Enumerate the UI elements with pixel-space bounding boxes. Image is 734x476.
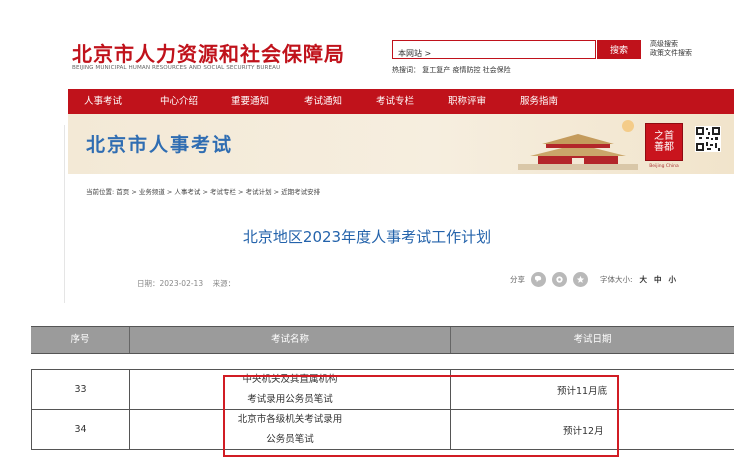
share-label: 分享	[510, 275, 525, 284]
seal-line-2: 善都	[654, 142, 674, 153]
banner: 北京市人事考试 之首 善都 Beijing China	[68, 114, 734, 174]
font-size-small-button[interactable]: 小	[669, 274, 677, 285]
table-row-date: 预计11月底	[450, 370, 734, 410]
header-cell-number: 序号	[70, 334, 90, 345]
capital-seal: 之首 善都	[645, 123, 683, 161]
nav-item-notices[interactable]: 重要通知	[231, 89, 269, 114]
article-date: 2023-02-13	[159, 279, 204, 288]
share-favorite-icon[interactable]	[573, 272, 588, 287]
seal-caption: Beijing China	[649, 164, 679, 169]
exam-name-line-1: 中央机关及其直属机构	[242, 373, 338, 385]
advanced-search-link[interactable]: 高级搜索	[650, 40, 692, 49]
article-meta: 日期：2023-02-13 来源：	[137, 278, 235, 289]
nav-item-exam[interactable]: 人事考试	[84, 89, 122, 114]
hot-search: 热搜词： 复工复产 疫情防控 社会保险	[392, 65, 511, 75]
search-button[interactable]: 搜索	[597, 40, 641, 59]
breadcrumb[interactable]: 当前位置: 首页 > 业务频道 > 人事考试 > 考试专栏 > 考试计划 > 近…	[86, 186, 320, 196]
policy-search-link[interactable]: 政策文件搜索	[650, 49, 692, 58]
main-nav: 人事考试 中心介绍 重要通知 考试通知 考试专栏 职称评审 服务指南	[68, 89, 734, 114]
share-toolbar: 分享 字体大小: 大 中 小	[510, 272, 676, 287]
font-size-medium-button[interactable]: 中	[654, 274, 662, 285]
site-logo-title[interactable]: 北京市人力资源和社会保障局	[72, 38, 345, 67]
header-cell-name: 考试名称	[129, 327, 450, 353]
exam-name-line-2: 公务员笔试	[266, 433, 314, 445]
table-row-name: 北京市各级机关考试录用 公务员笔试	[129, 410, 450, 450]
advanced-search-links: 高级搜索 政策文件搜索	[650, 40, 692, 58]
search-input[interactable]	[393, 45, 595, 62]
table-row-number: 33	[31, 370, 129, 410]
qr-code-icon	[695, 126, 721, 152]
table-header-row: 序号 考试名称 考试日期	[31, 326, 734, 354]
font-size-label: 字体大小:	[600, 275, 633, 284]
share-weibo-icon[interactable]	[552, 272, 567, 287]
nav-item-exam-notices[interactable]: 考试通知	[304, 89, 342, 114]
nav-item-center[interactable]: 中心介绍	[160, 89, 198, 114]
site-logo-subtitle: BEIJING MUNICIPAL HUMAN RESOURCES AND SO…	[72, 65, 281, 71]
tiananmen-illustration	[518, 120, 638, 170]
table-row-date: 预计12月	[450, 410, 734, 450]
exam-name-line-1: 北京市各级机关考试录用	[237, 413, 343, 425]
nav-item-exam-column[interactable]: 考试专栏	[376, 89, 414, 114]
font-size-large-button[interactable]: 大	[640, 274, 648, 285]
nav-item-service-guide[interactable]: 服务指南	[520, 89, 558, 114]
seal-line-1: 之首	[654, 131, 674, 142]
nav-item-title-review[interactable]: 职称评审	[448, 89, 486, 114]
date-label: 日期：	[137, 279, 160, 288]
table-row-number: 34	[31, 410, 129, 450]
article-title: 北京地区2023年度人事考试工作计划	[242, 228, 492, 246]
content-left-border	[64, 125, 65, 303]
table-row-name: 中央机关及其直属机构 考试录用公务员笔试	[129, 370, 450, 410]
hot-search-label: 热搜词：	[392, 66, 420, 74]
header-cell-date: 考试日期	[450, 327, 734, 353]
banner-title: 北京市人事考试	[86, 134, 234, 156]
hot-search-terms[interactable]: 复工复产 疫情防控 社会保险	[422, 66, 510, 74]
search-box[interactable]	[392, 40, 596, 62]
source-label: 来源：	[212, 279, 236, 288]
exam-name-line-2: 考试录用公务员笔试	[247, 393, 333, 405]
share-chat-icon[interactable]	[531, 272, 546, 287]
